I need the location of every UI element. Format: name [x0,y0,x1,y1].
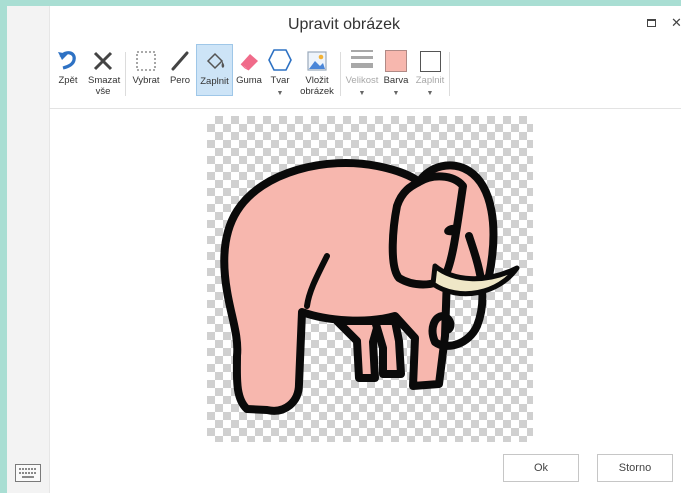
select-button[interactable]: Vybrat [129,46,163,86]
fill-toggle-button[interactable]: Zaplnit ▼ [413,46,447,99]
maximize-icon[interactable] [647,19,656,27]
background-strip [0,0,7,493]
fill-toggle-icon [413,46,447,72]
size-button[interactable]: Velikost ▼ [344,46,380,99]
pen-button[interactable]: Pero [167,46,193,86]
image-canvas[interactable] [207,116,533,442]
chevron-down-icon[interactable]: ▼ [265,88,295,99]
clear-icon [83,46,123,72]
fill-label: Zaplnit [200,76,229,87]
shape-button[interactable]: Tvar ▼ [265,46,295,99]
fill-toggle-label: Zaplnit [415,75,445,86]
edit-image-dialog: Upravit obrázek ✕ Zpět Smazat vše Vybrat… [7,6,681,493]
keyboard-icon[interactable] [15,464,41,482]
chevron-down-icon[interactable]: ▼ [382,88,410,99]
eraser-button[interactable]: Guma [235,46,263,86]
undo-icon [55,46,81,72]
select-icon [129,46,163,72]
eraser-icon [235,46,263,72]
elephant-image [220,159,520,415]
color-swatch [385,50,407,72]
fill-toggle-swatch [419,51,441,72]
color-button[interactable]: Barva ▼ [382,46,410,99]
pen-label: Pero [169,75,191,86]
undo-button[interactable]: Zpět [55,46,81,86]
size-icon [344,46,380,72]
chevron-down-icon[interactable]: ▼ [413,88,447,99]
insert-image-icon [297,46,337,72]
ok-button[interactable]: Ok [503,454,579,482]
shape-label: Tvar [270,75,290,86]
insert-image-button[interactable]: Vložit obrázek [297,46,337,97]
size-label: Velikost [345,75,379,86]
select-label: Vybrat [132,75,160,86]
toolbar-separator [449,52,450,96]
color-label: Barva [383,75,409,86]
toolbar-divider [49,108,681,109]
color-swatch-icon [382,46,410,72]
toolbar-separator [125,52,126,96]
insert-image-label: Vložit obrázek [300,75,334,97]
clear-label: Smazat vše [88,75,121,97]
close-icon[interactable]: ✕ [671,15,681,31]
cancel-button[interactable]: Storno [597,454,673,482]
eraser-label: Guma [236,75,262,86]
chevron-down-icon[interactable]: ▼ [344,88,380,99]
shape-icon [265,46,295,72]
side-panel [7,6,50,493]
pen-icon [167,46,193,72]
fill-button[interactable]: Zaplnit [196,44,233,96]
clear-all-button[interactable]: Smazat vše [83,46,123,97]
dialog-title: Upravit obrázek [287,16,401,33]
toolbar-separator [340,52,341,96]
fill-icon [197,47,232,73]
undo-label: Zpět [58,75,78,86]
